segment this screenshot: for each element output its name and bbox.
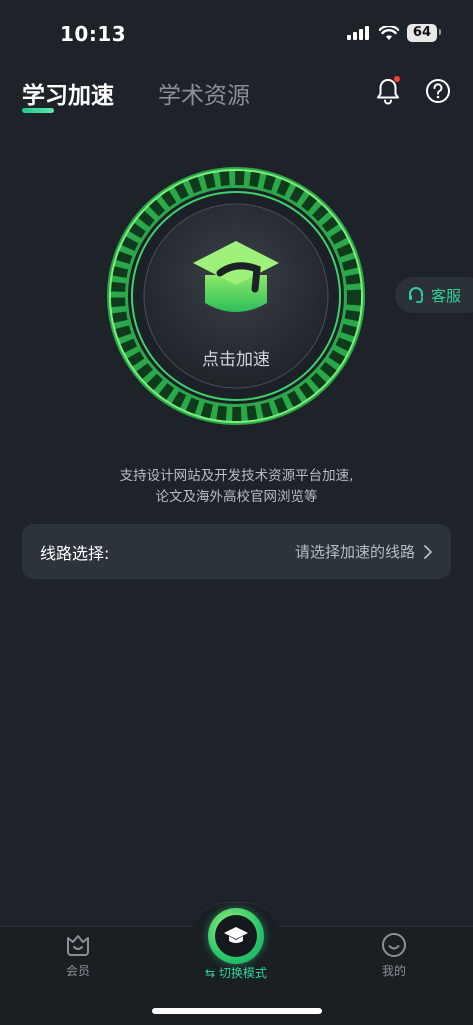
nav-switch-mode[interactable]: ⇆ 切换模式 xyxy=(186,964,286,981)
customer-service-label: 客服 xyxy=(431,286,462,305)
tab-learning-acceleration[interactable]: 学习加速 xyxy=(22,76,114,110)
nav-me[interactable]: 我的 xyxy=(354,932,434,979)
smile-icon xyxy=(382,933,406,957)
status-time: 10:13 xyxy=(60,22,127,46)
feature-description: 支持设计网站及开发技术资源平台加速, 论文及海外高校官网浏览等 xyxy=(0,466,473,508)
wifi-icon xyxy=(378,25,399,40)
description-line-1: 支持设计网站及开发技术资源平台加速, xyxy=(119,468,354,484)
graduation-cap-icon xyxy=(224,927,248,943)
nav-vip[interactable]: 会员 xyxy=(38,932,118,979)
tab-academic-resources[interactable]: 学术资源 xyxy=(158,76,250,110)
switch-mode-button[interactable] xyxy=(208,908,264,964)
nav-vip-label: 会员 xyxy=(65,964,90,978)
route-label: 线路选择: xyxy=(40,543,110,563)
home-indicator xyxy=(152,1008,322,1014)
swap-icon: ⇆ xyxy=(205,966,219,980)
status-icons: 64 xyxy=(346,24,442,42)
route-value: 请选择加速的线路 xyxy=(294,543,415,561)
nav-me-label: 我的 xyxy=(381,964,406,978)
chevron-right-icon xyxy=(424,544,432,559)
description-line-2: 论文及海外高校官网浏览等 xyxy=(155,489,318,505)
vip-icon xyxy=(67,935,89,956)
accelerate-label: 点击加速 xyxy=(202,350,270,370)
active-tab-indicator xyxy=(22,108,54,113)
accelerate-button[interactable]: 点击加速 xyxy=(105,165,367,427)
route-select[interactable]: 线路选择: 请选择加速的线路 xyxy=(22,524,451,579)
customer-service-button[interactable]: 客服 xyxy=(395,277,473,313)
notification-dot xyxy=(394,76,400,82)
status-bar: 10:13 64 xyxy=(0,0,473,70)
film-ring-icon xyxy=(107,167,365,425)
header: 学习加速 学术资源 xyxy=(0,70,473,120)
headset-icon xyxy=(409,287,423,303)
nav-switch-mode-label: 切换模式 xyxy=(218,966,267,980)
help-icon[interactable] xyxy=(424,76,452,106)
battery-indicator: 64 xyxy=(406,24,442,42)
signal-icon xyxy=(346,26,369,40)
